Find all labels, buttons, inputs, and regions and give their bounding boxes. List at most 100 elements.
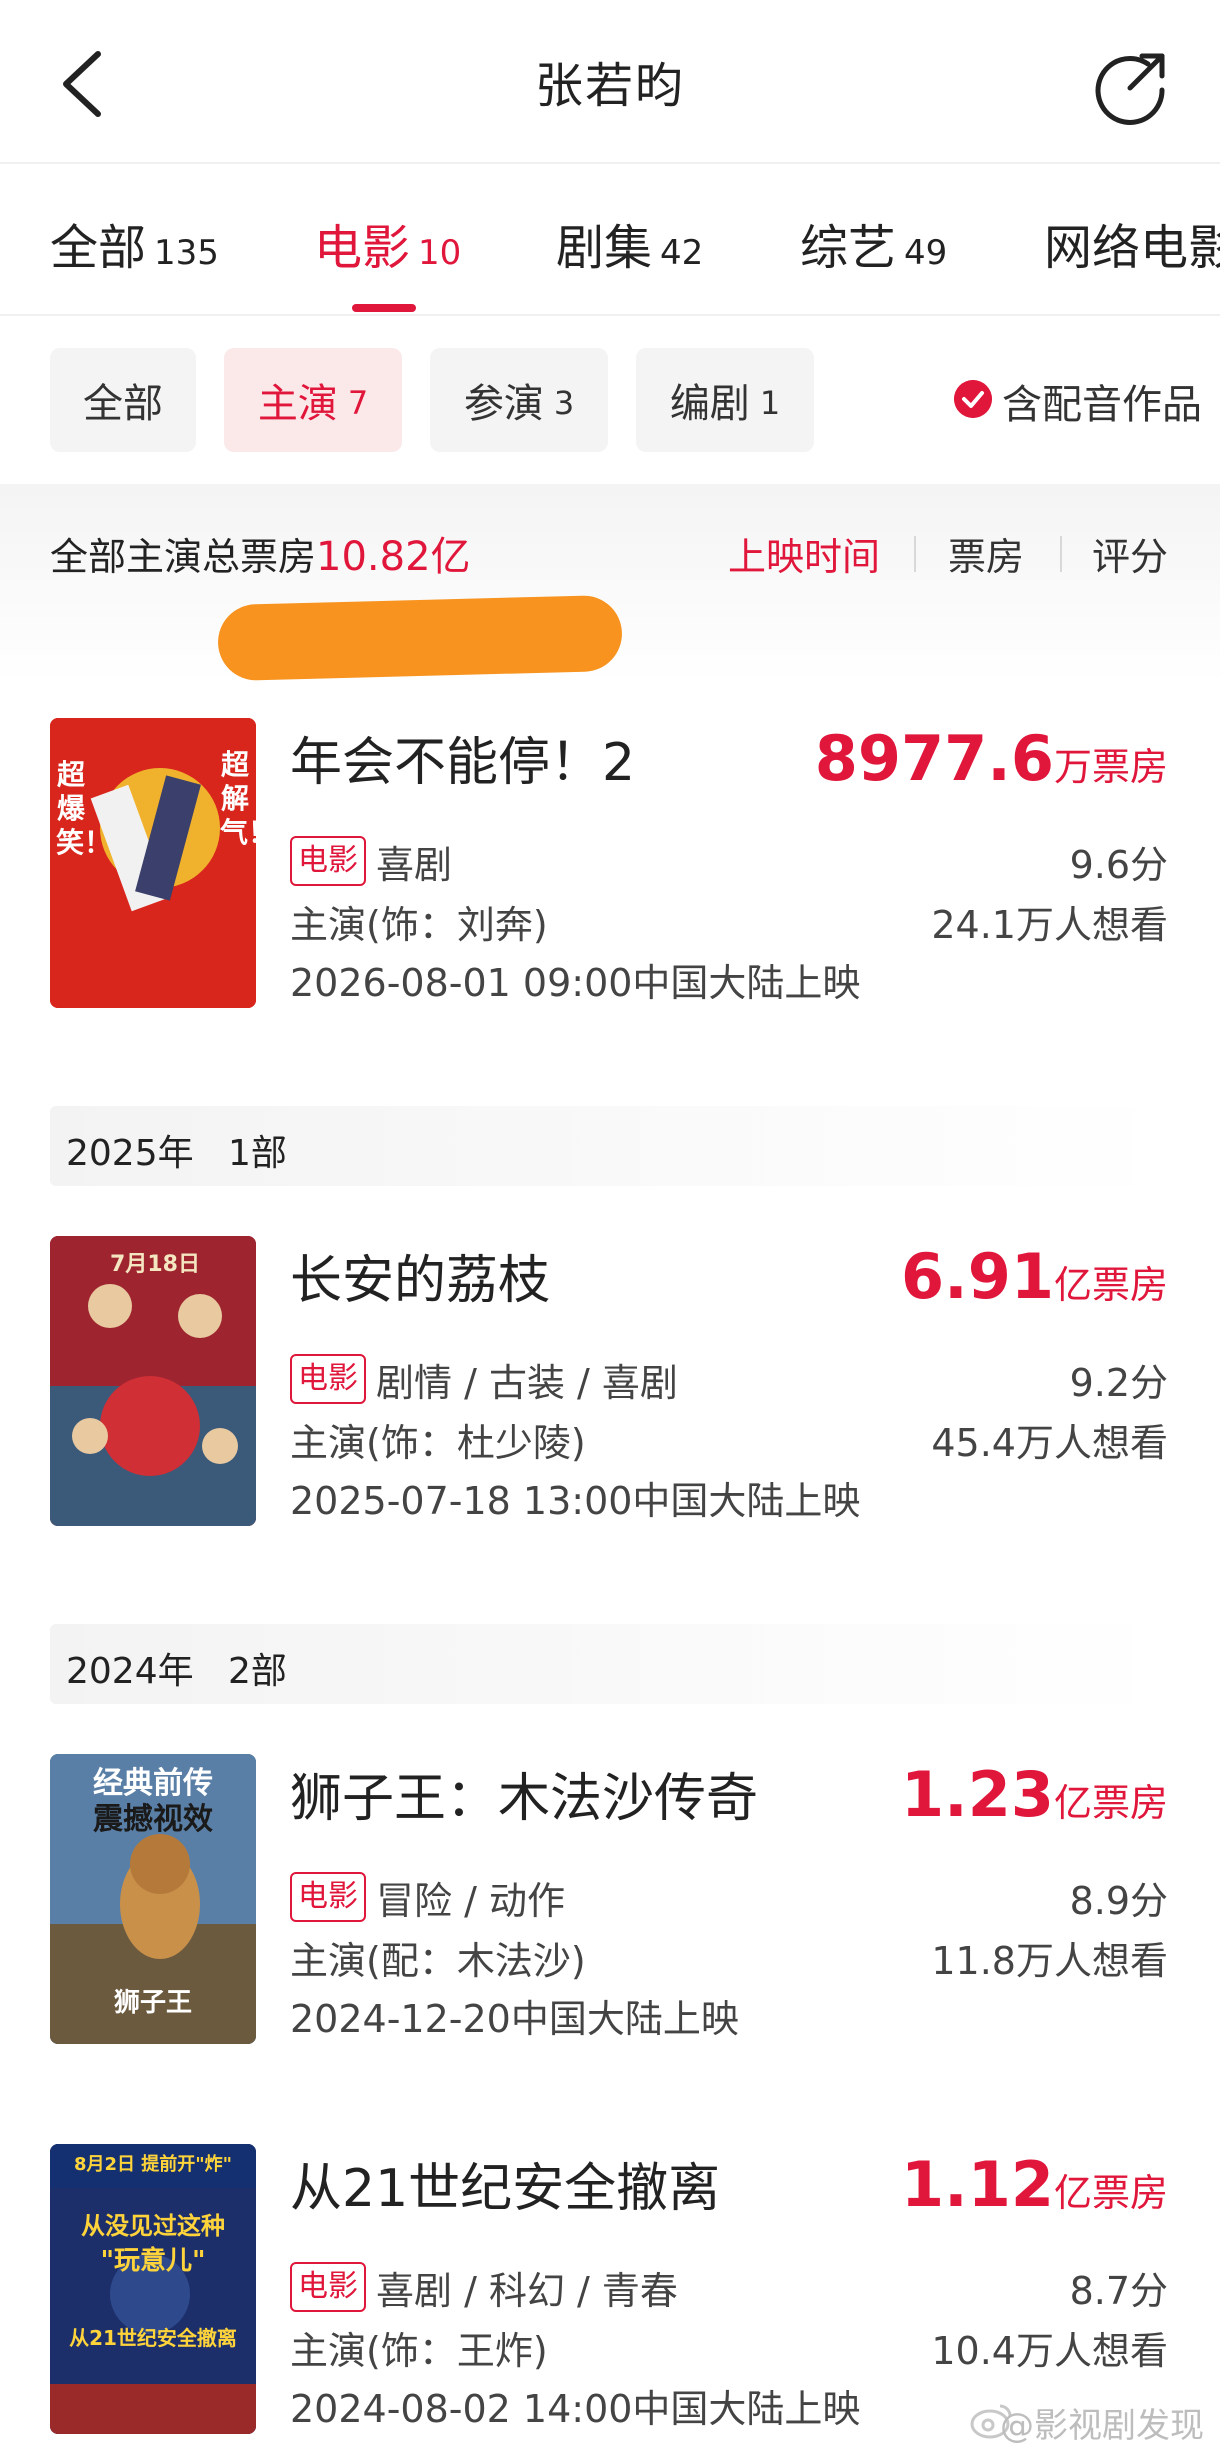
movie-score: 8.9分 — [1069, 1879, 1168, 1923]
movie-role: 主演(饰：杜少陵) — [290, 1421, 586, 1465]
chip-label: 主演 — [257, 381, 338, 427]
sort-by-box-office[interactable]: 票房 — [948, 526, 1024, 581]
summary-label: 全部主演总票房 — [50, 535, 317, 579]
tab-label: 剧集 — [556, 220, 653, 276]
year-count: 2部 — [227, 1651, 287, 1692]
movie-role: 主演(配：木法沙) — [290, 1939, 586, 1983]
summary-value: 10.82亿 — [316, 534, 471, 580]
year-value: 2025年 — [66, 1133, 194, 1174]
tab-variety[interactable]: 综艺 49 — [800, 208, 947, 278]
divider — [1060, 536, 1062, 572]
year-label: 2025年 1部 — [66, 1124, 287, 1176]
tab-count: 49 — [904, 233, 948, 273]
movie-poster: 经典前传 震撼视效 狮子王 — [50, 1754, 256, 2044]
movie-title: 长安的荔枝 — [290, 1251, 551, 1311]
movie-poster: 超爆笑！ 超解气！ — [50, 718, 256, 1008]
category-tabs: 全部 135 电影 10 剧集 42 综艺 49 网络电影 — [0, 164, 1220, 316]
filter-lead[interactable]: 主演 7 — [224, 348, 402, 452]
movie-item[interactable]: 7月18日 长安的荔枝 6.91亿票房 电影 剧情 / 古装 / 喜剧 9.2分… — [0, 1236, 1220, 1536]
poster-text: 8月2日 提前开"炸" — [73, 2154, 233, 2175]
movie-title: 狮子王：木法沙传奇 — [290, 1769, 759, 1829]
release-date: 2026-08-01 09:00中国大陆上映 — [290, 961, 861, 1005]
movie-genre: 剧情 / 古装 / 喜剧 — [376, 1361, 678, 1405]
watermark-text: @影视剧发现 — [1000, 2406, 1204, 2446]
box-office: 1.12亿票房 — [901, 2148, 1168, 2221]
want-to-see-count: 24.1万人想看 — [931, 903, 1168, 947]
tab-label: 综艺 — [800, 220, 897, 276]
box-office-number: 1.12 — [901, 2148, 1054, 2221]
chip-count: 7 — [347, 384, 369, 422]
release-date: 2024-12-20中国大陆上映 — [290, 1997, 739, 2041]
active-tab-indicator — [352, 304, 416, 312]
poster-text: 从21世纪安全撤离 — [69, 2326, 237, 2350]
want-to-see-count: 10.4万人想看 — [931, 2329, 1168, 2373]
chip-label: 全部 — [83, 381, 163, 427]
filter-supporting[interactable]: 参演 3 — [430, 348, 608, 452]
tab-movies[interactable]: 电影 10 — [314, 208, 461, 278]
poster-text: 7月18日 — [110, 1252, 200, 1277]
movie-title: 从21世纪安全撤离 — [290, 2159, 721, 2219]
tab-all[interactable]: 全部 135 — [50, 208, 219, 278]
movie-role: 主演(饰：王炸) — [290, 2329, 548, 2373]
sort-by-score[interactable]: 评分 — [1092, 526, 1168, 581]
year-section-header: 2025年 1部 — [50, 1106, 1170, 1186]
page-title: 张若昀 — [534, 58, 685, 114]
box-office-unit: 亿票房 — [1053, 1781, 1168, 1825]
year-value: 2024年 — [66, 1651, 194, 1692]
filter-all[interactable]: 全部 — [50, 348, 196, 452]
nav-header: 张若昀 — [0, 0, 1220, 164]
movie-genre: 喜剧 — [376, 843, 453, 887]
want-to-see-count: 11.8万人想看 — [931, 1939, 1168, 1983]
chip-count: 1 — [759, 384, 781, 422]
movie-score: 9.6分 — [1069, 843, 1168, 887]
type-badge: 电影 — [290, 2262, 366, 2312]
box-office: 6.91亿票房 — [901, 1240, 1168, 1313]
poster-text: 震撼视效 — [93, 1802, 213, 1837]
box-office-unit: 万票房 — [1053, 745, 1168, 789]
tab-web-movies[interactable]: 网络电影 — [1044, 208, 1220, 278]
box-office: 8977.6万票房 — [815, 722, 1168, 795]
type-badge: 电影 — [290, 1872, 366, 1922]
type-badge: 电影 — [290, 836, 366, 886]
chip-label: 参演 — [463, 381, 544, 427]
tab-label: 网络电影 — [1044, 220, 1220, 276]
movie-item[interactable]: 经典前传 震撼视效 狮子王 狮子王：木法沙传奇 1.23亿票房 电影 冒险 / … — [0, 1754, 1220, 2054]
year-section-header: 2024年 2部 — [50, 1624, 1170, 1704]
chip-label: 编剧 — [669, 381, 750, 427]
box-office-number: 6.91 — [901, 1240, 1054, 1313]
share-icon[interactable] — [1090, 44, 1174, 128]
poster-text: 超解气！ — [220, 748, 256, 849]
poster-art — [50, 2144, 256, 2434]
release-date: 2024-08-02 14:00中国大陆上映 — [290, 2387, 861, 2431]
chip-count: 3 — [553, 384, 575, 422]
movie-title: 年会不能停！2 — [290, 733, 636, 793]
movie-poster: 8月2日 提前开"炸" 从没见过这种 "玩意儿" 从21世纪安全撤离 — [50, 2144, 256, 2434]
tab-label: 电影 — [314, 220, 411, 276]
tab-count: 135 — [154, 233, 219, 273]
year-label: 2024年 2部 — [66, 1642, 287, 1694]
release-date: 2025-07-18 13:00中国大陆上映 — [290, 1479, 861, 1523]
box-office-number: 1.23 — [901, 1758, 1054, 1831]
movie-item[interactable]: 超爆笑！ 超解气！ 年会不能停！2 8977.6万票房 电影 喜剧 9.6分 主… — [0, 718, 1220, 1018]
poster-text: 狮子王 — [113, 1988, 192, 2018]
filter-writer[interactable]: 编剧 1 — [636, 348, 814, 452]
tab-count: 10 — [418, 233, 462, 273]
tab-label: 全部 — [50, 220, 147, 276]
movie-score: 8.7分 — [1069, 2269, 1168, 2313]
box-office-summary: 全部主演总票房10.82亿 — [50, 524, 471, 582]
year-count: 1部 — [227, 1133, 287, 1174]
sort-by-release[interactable]: 上映时间 — [728, 526, 880, 581]
movie-poster: 7月18日 — [50, 1236, 256, 1526]
movie-genre: 冒险 / 动作 — [376, 1879, 565, 1923]
movie-genre: 喜剧 / 科幻 / 青春 — [376, 2269, 678, 2313]
box-office-unit: 亿票房 — [1053, 1263, 1168, 1307]
checkbox-checked-icon[interactable] — [954, 380, 992, 418]
dubbing-filter-label[interactable]: 含配音作品 — [1002, 372, 1202, 430]
divider — [914, 536, 916, 572]
box-office: 1.23亿票房 — [901, 1758, 1168, 1831]
box-office-number: 8977.6 — [814, 722, 1054, 795]
poster-text: 从没见过这种 — [81, 2212, 225, 2240]
want-to-see-count: 45.4万人想看 — [931, 1421, 1168, 1465]
box-office-unit: 亿票房 — [1053, 2171, 1168, 2215]
tab-series[interactable]: 剧集 42 — [556, 208, 703, 278]
